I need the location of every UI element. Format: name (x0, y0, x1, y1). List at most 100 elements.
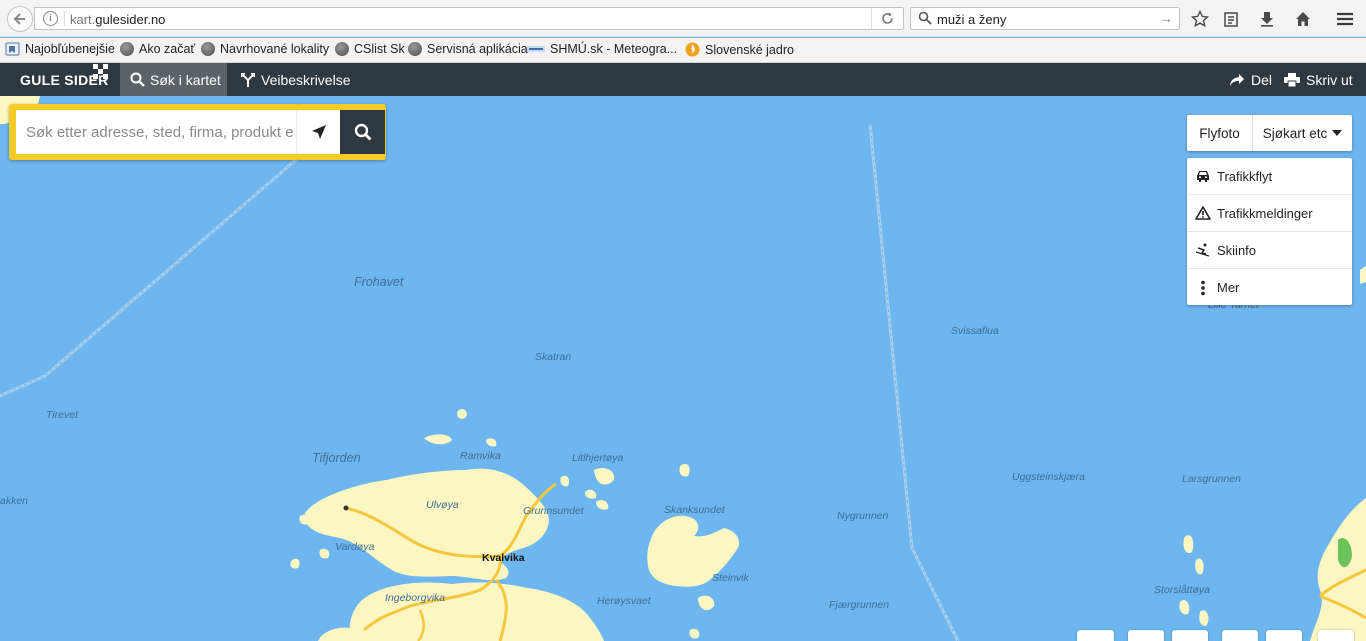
app-header: GULE SIDER Søk i kartet Veibeskrivelse D… (0, 63, 1366, 96)
reload-button[interactable] (871, 8, 903, 29)
menu-item-trafikkflyt[interactable]: Trafikkflyt (1187, 158, 1352, 195)
car-icon (1195, 170, 1211, 182)
locate-me-button[interactable] (296, 110, 340, 154)
url-text[interactable]: kart.gulesider.no (70, 12, 165, 27)
menu-item-label: Mer (1217, 280, 1240, 295)
place-label: Ulvøya (426, 499, 459, 511)
home-icon (1296, 12, 1310, 26)
map-graphics (0, 96, 1366, 641)
bookmark-item[interactable]: Navrhované lokality (201, 42, 329, 56)
more-icon (1195, 280, 1211, 296)
place-label: Steinvik (712, 572, 749, 584)
tab-search-map[interactable]: Søk i kartet (120, 63, 227, 96)
browser-toolbar: i kart.gulesider.no muži a ženy → (0, 0, 1366, 37)
bookmark-item[interactable]: Slovenské jadro (685, 42, 794, 57)
map-search-input[interactable] (16, 110, 296, 154)
tab-directions[interactable]: Veibeskrivelse (240, 63, 351, 96)
bookmark-item[interactable]: SHMÚ.sk - Meteogra... (527, 42, 677, 56)
menu-item-label: Skiinfo (1217, 242, 1257, 258)
place-label: Fjærgrunnen (829, 599, 890, 611)
search-icon (354, 123, 371, 141)
bookmark-label: CSlist Sk (354, 42, 405, 56)
browser-search-bar[interactable]: muži a ženy → (910, 7, 1180, 30)
bookmark-label: Slovenské jadro (705, 42, 794, 57)
search-go-icon[interactable]: → (1159, 10, 1173, 26)
hamburger-icon (1337, 12, 1353, 26)
bookmark-item[interactable]: Servisná aplikácia (408, 42, 528, 56)
route-icon (241, 72, 255, 87)
tab-label: Søk i kartet (150, 71, 221, 88)
bookmark-label: Servisná aplikácia (427, 42, 528, 56)
place-label: Ramvika (460, 450, 501, 462)
place-label: Tifjorden (312, 451, 361, 465)
map-control-button[interactable] (1318, 630, 1354, 641)
download-icon (1261, 12, 1273, 27)
place-label: Herøysvaet (597, 595, 651, 607)
place-label: Larsgrunnen (1182, 473, 1241, 485)
bookmark-item[interactable]: CSlist Sk (335, 42, 405, 56)
globe-icon (201, 42, 215, 56)
map-control-button[interactable] (1266, 630, 1302, 641)
place-label: Grunnsundet (523, 505, 584, 517)
bookmark-label: Najobľúbenejšie (25, 42, 115, 56)
bookmark-item[interactable]: Ako začať (120, 42, 195, 56)
menu-item-mer[interactable]: Mer (1187, 269, 1352, 306)
star-icon (1191, 10, 1209, 28)
globe-icon (120, 42, 134, 56)
place-label: Skanksundet (664, 504, 725, 516)
flyfoto-button[interactable]: Flyfoto (1187, 115, 1253, 151)
search-icon (130, 72, 145, 87)
bookmark-label: Navrhované lokality (220, 42, 330, 56)
bookmark-label: Ako začať (139, 42, 196, 56)
skier-icon (1195, 243, 1211, 257)
map-canvas[interactable]: Frohavet Skatran Svissaflua Tirevet Tifj… (0, 96, 1366, 641)
place-label: Ingeborgvika (385, 592, 446, 604)
menu-button[interactable] (1332, 7, 1358, 31)
reload-icon (882, 12, 893, 24)
map-control-button[interactable] (1172, 630, 1208, 641)
url-domain: gulesider.no (95, 12, 166, 27)
tab-label: Veibeskrivelse (261, 71, 351, 88)
downloads-button[interactable] (1254, 7, 1280, 31)
clipboard-icon (1224, 12, 1238, 27)
home-button[interactable] (1290, 7, 1316, 31)
sjokart-label: Sjøkart etc (1262, 125, 1328, 141)
map-control-button[interactable] (1222, 630, 1258, 641)
share-button[interactable]: Del (1229, 63, 1272, 96)
menu-item-skiinfo[interactable]: Skiinfo (1187, 232, 1352, 269)
search-icon (918, 11, 932, 25)
globe-icon (335, 42, 349, 56)
map-overlay-menu: Trafikkflyt Trafikkmeldinger Skiinfo Mer (1187, 158, 1352, 305)
url-bar[interactable]: i kart.gulesider.no (34, 7, 904, 30)
map-control-button[interactable] (1128, 630, 1164, 641)
reading-list-button[interactable] (1218, 7, 1244, 31)
map-search-panel (9, 104, 386, 160)
bookmark-star-button[interactable] (1187, 7, 1213, 31)
url-separator (64, 11, 65, 26)
print-button[interactable]: Skriv ut (1284, 63, 1353, 96)
browser-search-value: muži a ženy (937, 12, 1007, 27)
place-label: Svissaflua (951, 325, 999, 337)
bookmark-item[interactable]: Najobľúbenejšie (5, 42, 115, 56)
share-label: Del (1251, 71, 1273, 88)
map-layer-switch: Flyfoto Sjøkart etc (1187, 115, 1352, 151)
town-label: Kvalvika (482, 552, 525, 564)
map-search-button[interactable] (340, 110, 385, 154)
menu-item-trafikkmeldinger[interactable]: Trafikkmeldinger (1187, 195, 1352, 232)
info-icon[interactable]: i (43, 11, 58, 26)
place-label: Skatran (535, 351, 572, 363)
place-label: Frohavet (354, 275, 404, 289)
menu-item-label: Trafikkflyt (1217, 168, 1273, 184)
back-arrow-icon (13, 13, 25, 25)
back-button[interactable] (7, 6, 33, 32)
flame-icon (685, 42, 700, 57)
sjokart-dropdown[interactable]: Sjøkart etc (1253, 115, 1352, 151)
bookmarks-bar: Najobľúbenejšie Ako začať Navrhované lok… (0, 38, 1366, 63)
globe-icon (408, 42, 422, 56)
logo-dots-icon (93, 64, 108, 79)
printer-icon (1284, 72, 1300, 87)
warning-icon (1195, 206, 1211, 220)
map-control-button[interactable] (1077, 630, 1114, 641)
place-label: Storslåttøya (1154, 584, 1211, 596)
share-arrow-icon (1230, 73, 1244, 86)
